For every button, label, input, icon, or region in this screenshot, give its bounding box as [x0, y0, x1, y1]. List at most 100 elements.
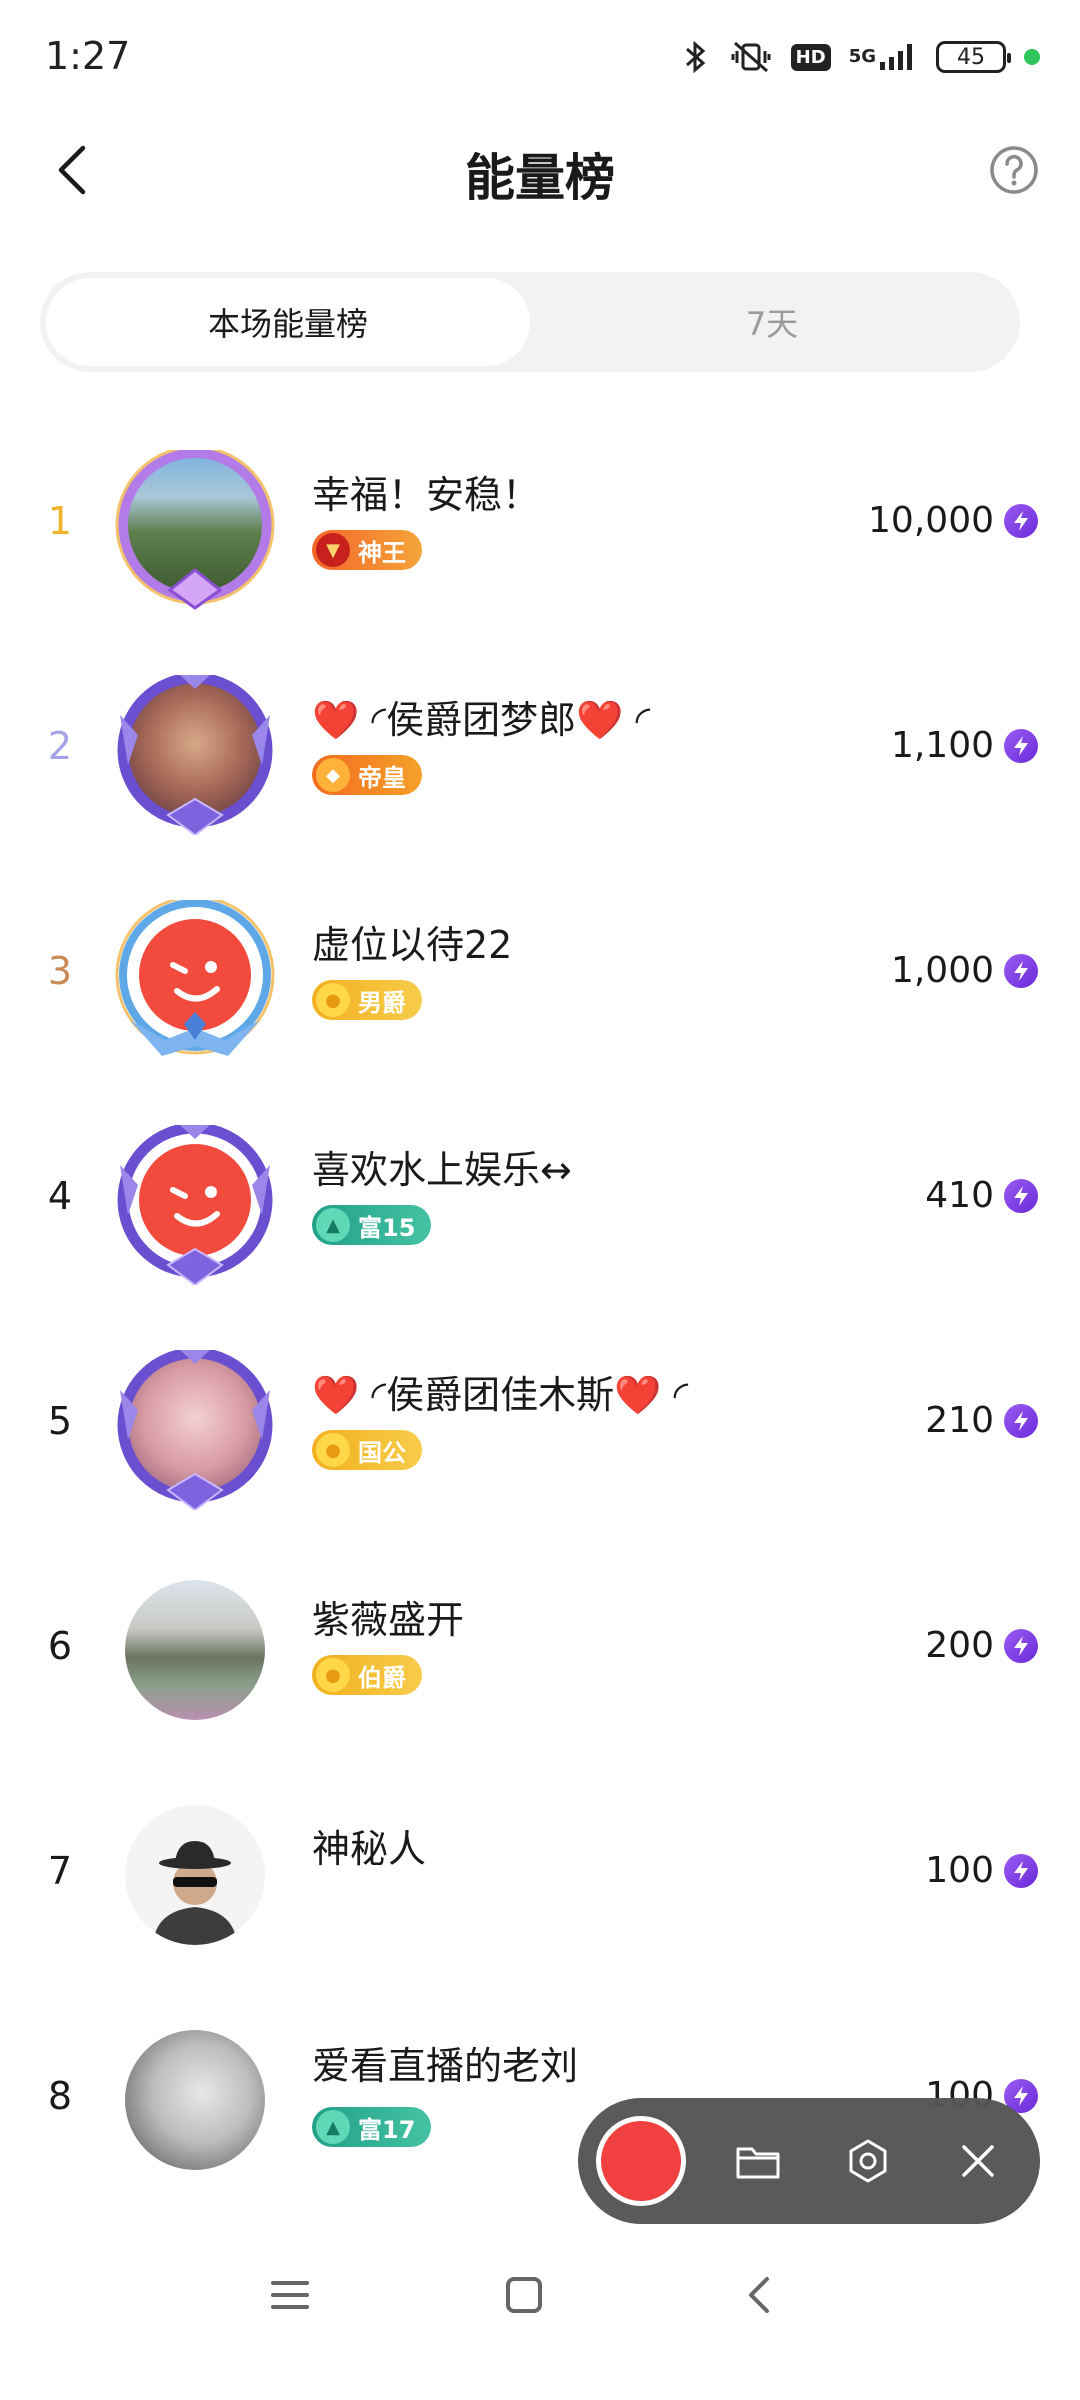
list-item[interactable]: 6 紫薇盛开 ● 伯爵 200 — [0, 1533, 1080, 1758]
page-title: 能量榜 — [465, 149, 615, 207]
avatar-image — [125, 1355, 265, 1495]
level-badge: ▲ 富15 — [312, 1205, 432, 1245]
level-badge-icon: ▲ — [316, 2110, 350, 2144]
energy-icon — [1004, 1178, 1038, 1213]
user-name: 喜欢水上娱乐↔ — [312, 1148, 572, 1192]
level-badge-label: 神王 — [358, 538, 406, 567]
settings-button[interactable] — [838, 2131, 898, 2191]
level-badge: ● 国公 — [312, 1430, 422, 1470]
level-badge-icon: ● — [316, 1433, 350, 1467]
avatar — [110, 1800, 280, 1950]
avatar-image — [125, 905, 265, 1045]
list-item[interactable]: 3 虚位以待22 ● 男爵 1,000 — [0, 858, 1080, 1083]
list-item[interactable]: 5 ❤️ ◜侯爵团佳木斯❤️ ◜ ● 国公 210 — [0, 1308, 1080, 1533]
energy-icon — [1004, 953, 1038, 988]
avatar — [110, 675, 280, 835]
level-badge-label: 富17 — [358, 2115, 416, 2144]
menu-button[interactable] — [260, 2265, 320, 2325]
avatar-image — [125, 1805, 265, 1945]
avatar-image — [125, 455, 265, 595]
header: 能量榜 — [0, 120, 1080, 220]
list-item[interactable]: 7 神秘人 100 — [0, 1758, 1080, 1983]
record-dot-icon — [601, 2121, 681, 2201]
home-button[interactable] — [494, 2265, 554, 2325]
level-badge-icon: ◆ — [316, 758, 350, 792]
back-icon — [749, 2277, 769, 2313]
score-value: 100 — [925, 1850, 994, 1891]
avatar — [110, 1575, 280, 1725]
folder-icon — [736, 2147, 780, 2179]
help-button[interactable] — [988, 144, 1040, 196]
level-badge: ▲ 富17 — [312, 2107, 432, 2147]
level-badge-label: 帝皇 — [358, 763, 406, 792]
list-item[interactable]: 2 ❤️ ◜侯爵团梦郎❤️ ◜ ◆ 帝皇 1,100 — [0, 633, 1080, 858]
network-label: 5G — [848, 46, 876, 67]
avatar-image — [125, 2030, 265, 2170]
level-badge-icon: ▼ — [316, 533, 350, 567]
score-value: 410 — [925, 1175, 994, 1216]
close-icon — [962, 2145, 994, 2177]
status-icons: HD 5G 45 — [681, 34, 1040, 80]
user-name: 虚位以待22 — [312, 923, 513, 967]
score-value: 210 — [925, 1400, 994, 1441]
level-badge: ● 男爵 — [312, 980, 422, 1020]
level-badge-label: 富15 — [358, 1213, 416, 1242]
user-name: 幸福！安稳！ — [312, 473, 541, 517]
rank-number: 5 — [47, 1398, 73, 1443]
back-nav-button[interactable] — [728, 2265, 788, 2325]
default-face-icon — [139, 1144, 251, 1256]
score: 100 — [925, 1758, 1038, 1983]
tab-7-days[interactable]: 7天 — [530, 278, 1014, 366]
avatar — [110, 1350, 280, 1510]
tab-bar: 本场能量榜 7天 — [40, 272, 1020, 372]
level-badge-label: 国公 — [358, 1438, 406, 1467]
level-badge: ◆ 帝皇 — [312, 755, 422, 795]
avatar — [110, 2025, 280, 2175]
mystery-man-icon — [153, 1841, 237, 1945]
avatar — [110, 450, 280, 610]
energy-icon — [1004, 1403, 1038, 1438]
avatar — [110, 1125, 280, 1285]
5g-signal-icon: 5G — [849, 42, 918, 72]
bluetooth-icon — [681, 39, 711, 75]
record-button[interactable] — [596, 2116, 686, 2206]
close-button[interactable] — [948, 2131, 1008, 2191]
status-time: 1:27 — [45, 34, 131, 78]
energy-icon — [1004, 503, 1038, 538]
user-name: 神秘人 — [312, 1827, 427, 1871]
status-bar: 1:27 HD 5G 45 — [0, 0, 1080, 120]
level-badge-icon: ▲ — [316, 1208, 350, 1242]
user-name: ❤️ ◜侯爵团梦郎❤️ ◜ — [312, 698, 651, 742]
system-nav-bar — [0, 2235, 1080, 2345]
level-badge: ● 伯爵 — [312, 1655, 422, 1695]
score-value: 1,000 — [890, 950, 994, 991]
mute-vibrate-icon — [729, 39, 773, 75]
rank-number: 4 — [47, 1173, 73, 1218]
rank-number: 8 — [47, 2073, 73, 2118]
menu-icon — [271, 2281, 309, 2309]
avatar — [110, 900, 280, 1056]
hd-icon: HD — [790, 43, 831, 71]
energy-icon — [1004, 1853, 1038, 1888]
rank-number: 7 — [47, 1848, 73, 1893]
score: 210 — [925, 1308, 1038, 1533]
list-item[interactable]: 4 喜欢水上娱乐↔ ▲ 富15 410 — [0, 1083, 1080, 1308]
default-face-icon — [139, 919, 251, 1031]
score: 200 — [925, 1533, 1038, 1758]
rank-number: 6 — [47, 1623, 73, 1668]
user-name: ❤️ ◜侯爵团佳木斯❤️ ◜ — [312, 1373, 689, 1417]
user-name: 紫薇盛开 — [312, 1598, 465, 1642]
level-badge-label: 男爵 — [358, 988, 406, 1017]
avatar-image — [125, 1580, 265, 1720]
level-badge-icon: ● — [316, 1658, 350, 1692]
screen-recorder-toolbar — [578, 2098, 1040, 2224]
energy-icon — [1004, 1628, 1038, 1663]
tab-current-session[interactable]: 本场能量榜 — [46, 278, 530, 366]
home-icon — [506, 2277, 542, 2313]
list-item[interactable]: 1 幸福！安稳！ ▼ 神王 10,000 — [0, 408, 1080, 633]
folder-button[interactable] — [728, 2131, 788, 2191]
privacy-dot-icon — [1024, 49, 1040, 65]
rank-number: 2 — [47, 723, 73, 768]
question-icon — [990, 146, 1038, 194]
level-badge-label: 伯爵 — [358, 1663, 406, 1692]
